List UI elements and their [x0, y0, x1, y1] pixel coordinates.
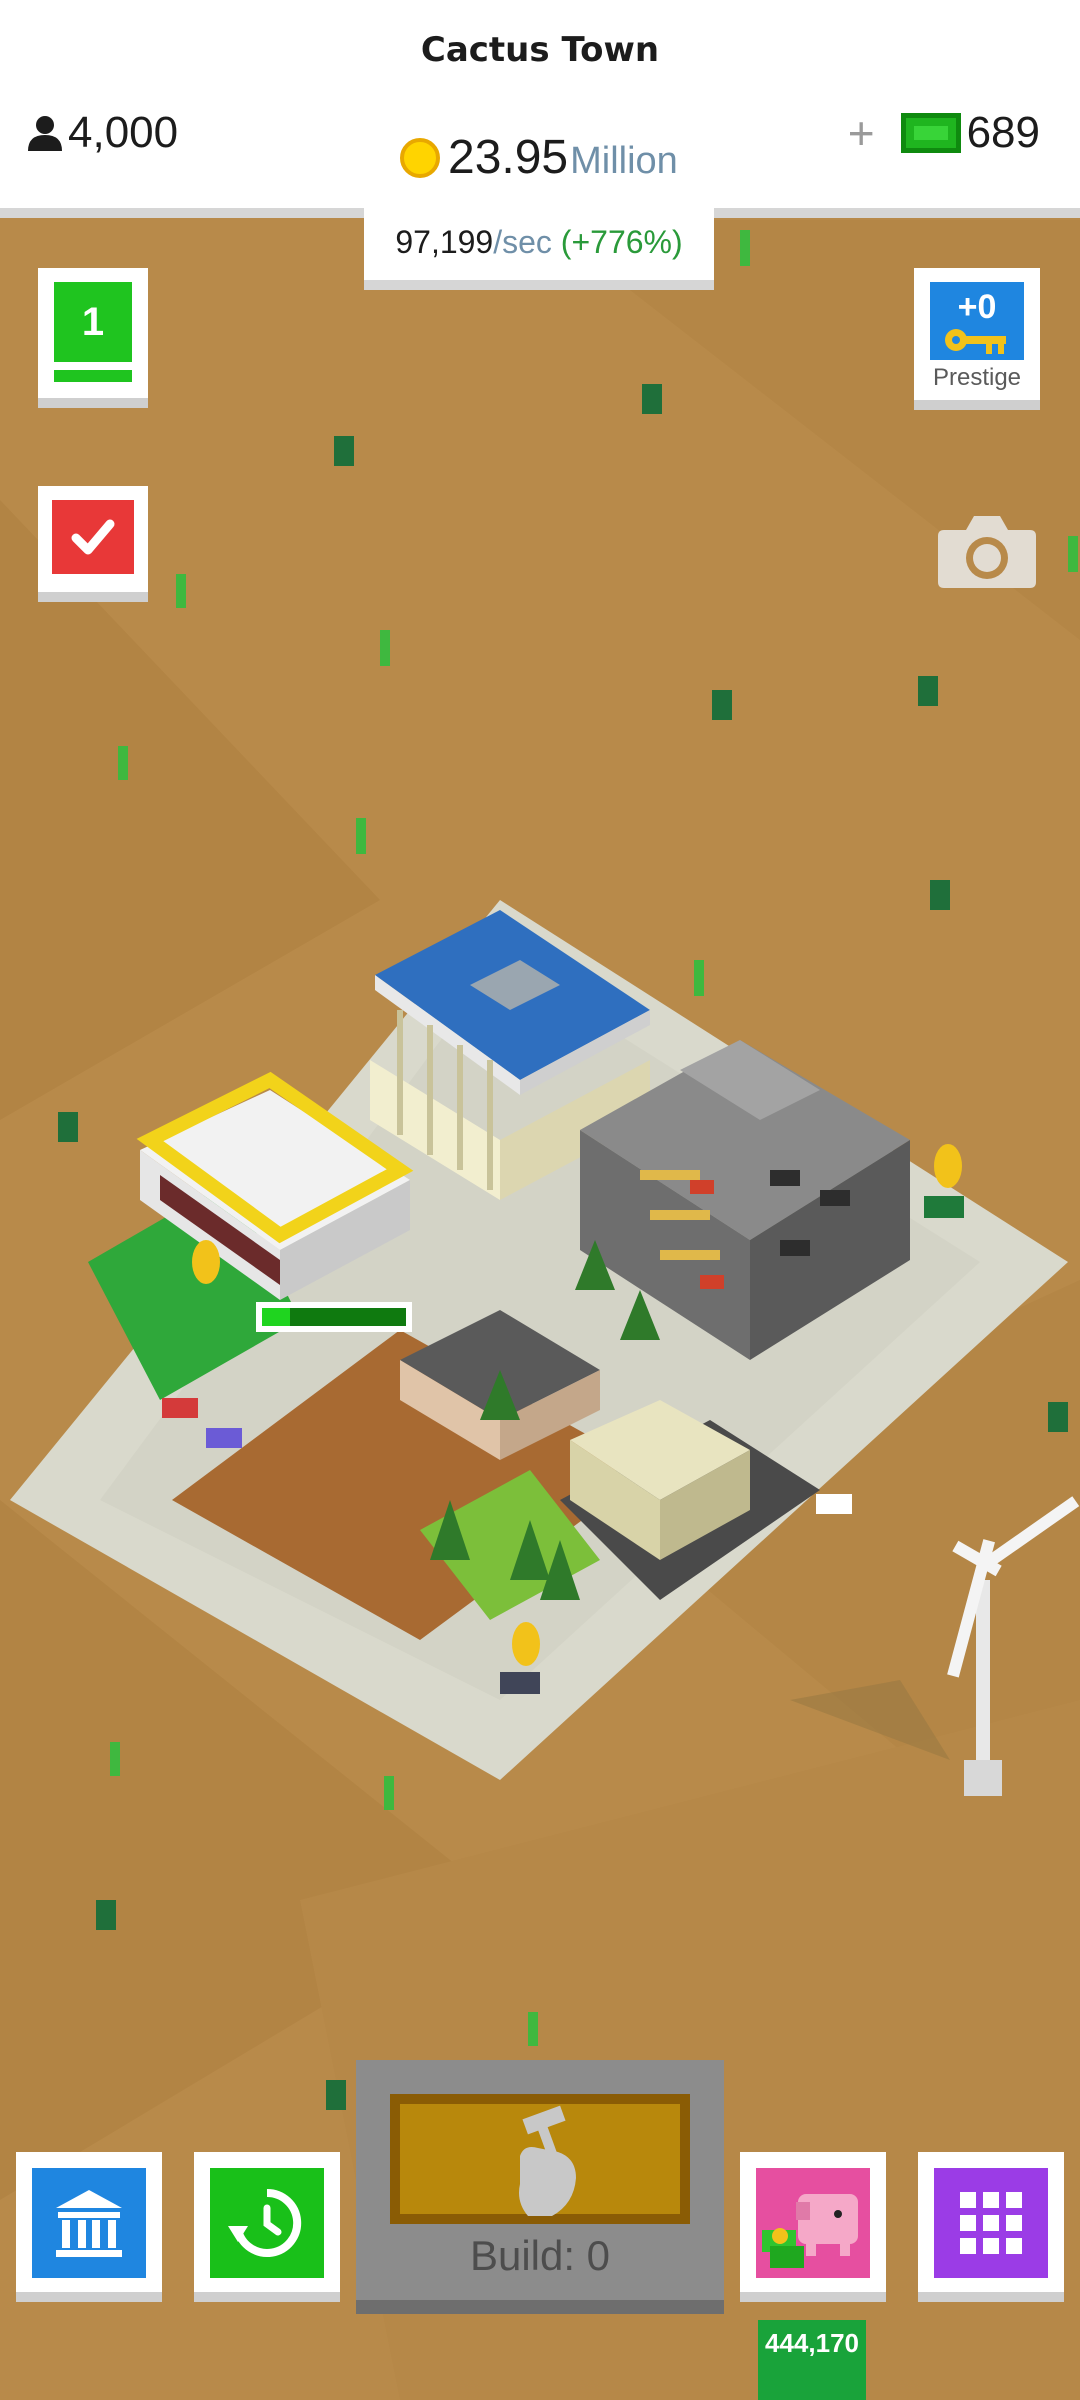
bank-button[interactable] [16, 2152, 162, 2302]
prestige-label: Prestige [932, 364, 1022, 391]
coin-balance: 23.95 Million [400, 130, 678, 185]
person-icon [28, 116, 62, 151]
camera-icon [938, 516, 1036, 588]
income-rate-value: 97,199 [395, 224, 494, 260]
build-button[interactable]: Build: 0 [356, 2060, 724, 2314]
income-rate-panel[interactable]: 97,199/sec (+776%) [364, 208, 714, 290]
coin-unit: Million [570, 140, 678, 182]
level-button[interactable]: 1 [38, 268, 148, 408]
clock-rotate-icon [228, 2188, 302, 2257]
car [162, 1398, 198, 1418]
income-rate-bonus: (+776%) [560, 224, 683, 260]
key-icon [945, 329, 1006, 354]
savings-amount: 444,170 [758, 2320, 866, 2400]
level-value: 1 [54, 282, 132, 362]
population-value: 4,000 [68, 108, 179, 157]
cash-value: 689 [966, 108, 1040, 157]
checkmark-icon [71, 519, 115, 555]
camera-button[interactable] [936, 510, 1038, 595]
hammer-hand-icon [519, 2105, 576, 2216]
income-rate-unit: /sec [493, 224, 552, 260]
top-bar: Cactus Town 4,000 + 689 [0, 0, 1080, 218]
savings-button[interactable] [740, 2152, 886, 2302]
cash-counter[interactable]: + 689 [848, 106, 1040, 160]
prestige-button[interactable]: +0 Prestige [914, 268, 1040, 410]
prestige-count: +0 [957, 288, 997, 326]
coin-amount: 23.95 [448, 131, 569, 184]
grid-icon [960, 2192, 1022, 2254]
town-name[interactable]: Cactus Town [0, 30, 1080, 70]
add-cash-button[interactable]: + [848, 106, 875, 160]
build-label: Build: 0 [469, 2232, 611, 2279]
population-counter: 4,000 [26, 108, 178, 158]
time-warp-button[interactable] [194, 2152, 340, 2302]
piggy-bank-icon [762, 2194, 858, 2268]
coin-icon [400, 137, 440, 178]
level-progress-bar [54, 370, 132, 382]
bank-icon [56, 2190, 122, 2257]
cash-icon [900, 113, 961, 153]
tasks-button[interactable] [38, 486, 148, 602]
menu-button[interactable] [918, 2152, 1064, 2302]
